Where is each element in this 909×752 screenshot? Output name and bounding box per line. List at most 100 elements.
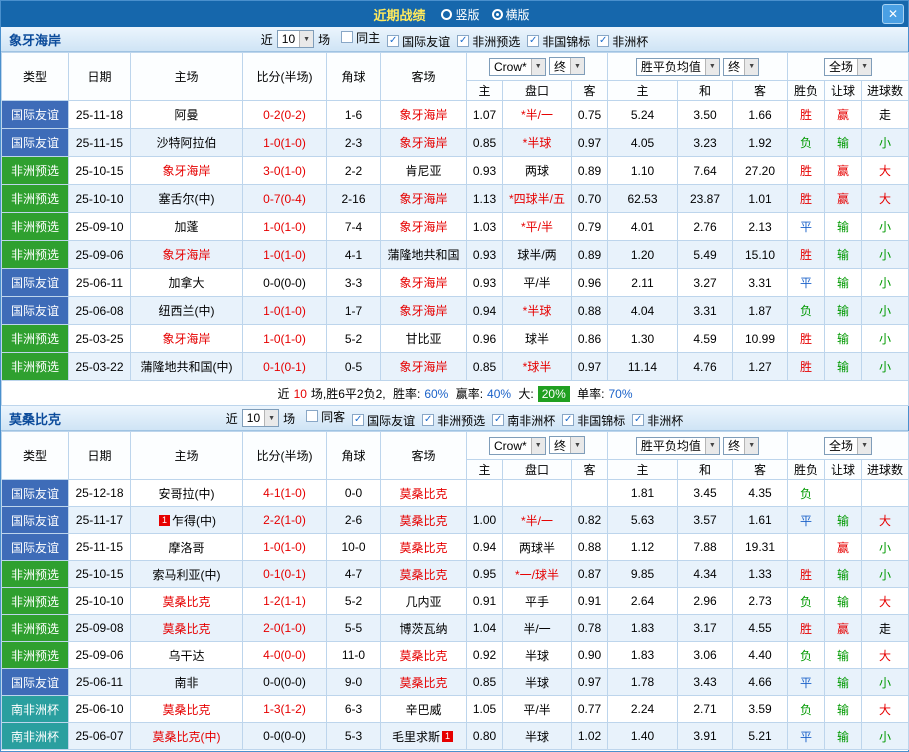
- avg-odds-select[interactable]: 胜平负均值▼: [636, 437, 720, 455]
- match-type: 非洲预选: [2, 353, 69, 381]
- col-handicap-line: 盘口: [503, 81, 572, 101]
- odds-time-select[interactable]: 终▼: [549, 436, 585, 454]
- result-goals: 大: [862, 588, 909, 615]
- avg-draw-odds: 3.31: [678, 297, 733, 325]
- team-section-mozambique: 莫桑比克 近 10▼ 场 同客✓国际友谊✓非洲预选✓南非洲杯✓非国锦标✓非洲杯 …: [1, 406, 908, 750]
- checkbox-icon: ✓: [632, 414, 644, 426]
- corners: 2-2: [327, 157, 381, 185]
- avg-odds-select[interactable]: 胜平负均值▼: [636, 58, 720, 76]
- away-team-cell: 肯尼亚: [381, 157, 467, 185]
- match-row: 国际友谊25-11-18阿曼0-2(0-2)1-6象牙海岸1.07*半/一0.7…: [2, 101, 909, 129]
- games-suffix: 场: [318, 31, 330, 48]
- layout-radio-horizontal[interactable]: 横版: [492, 6, 530, 23]
- filter-checkbox[interactable]: 同客: [306, 408, 345, 425]
- filter-checkbox[interactable]: ✓南非洲杯: [492, 412, 555, 429]
- result-outcome: 平: [788, 723, 825, 750]
- avg-draw-odds: 2.71: [678, 696, 733, 723]
- home-team-name: 加蓬: [174, 220, 198, 234]
- filter-checkbox[interactable]: 同主: [341, 29, 380, 46]
- close-button[interactable]: ✕: [882, 4, 904, 24]
- games-count-select[interactable]: 10▼: [277, 30, 314, 48]
- scope-header: 全场▼: [788, 432, 909, 460]
- handicap-away-water: 1.02: [572, 723, 608, 750]
- away-team-cell: 象牙海岸: [381, 353, 467, 381]
- filter-checkbox[interactable]: ✓非洲预选: [422, 412, 485, 429]
- home-team-cell: 加拿大: [131, 269, 243, 297]
- away-team-name: 莫桑比克: [399, 514, 447, 528]
- result-outcome: 负: [788, 297, 825, 325]
- match-row: 国际友谊25-11-15摩洛哥1-0(1-0)10-0莫桑比克0.94两球半0.…: [2, 534, 909, 561]
- avg-draw-odds: 23.87: [678, 185, 733, 213]
- avg-draw-odds: 3.17: [678, 615, 733, 642]
- summary-over-rate: 20%: [538, 386, 570, 402]
- match-date: 25-11-15: [69, 129, 131, 157]
- handicap-line: 两球半: [503, 534, 572, 561]
- filter-controls: 近 10▼ 场 同客✓国际友谊✓非洲预选✓南非洲杯✓非国锦标✓非洲杯: [226, 408, 683, 429]
- recent-results-window: 近期战绩 竖版 横版 ✕ 象牙海岸 近 10▼ 场 同主✓国际友谊✓非洲预选✓非…: [0, 0, 909, 752]
- odds-time-select[interactable]: 终▼: [723, 58, 759, 76]
- bookmaker-select[interactable]: Crow*▼: [489, 58, 546, 76]
- avg-draw-odds: 3.45: [678, 480, 733, 507]
- games-count-select[interactable]: 10▼: [242, 409, 279, 427]
- odds-time-select[interactable]: 终▼: [549, 57, 585, 75]
- col-handicap-result: 让球: [825, 81, 862, 101]
- avg-home-odds: 1.78: [608, 669, 678, 696]
- match-date: 25-11-17: [69, 507, 131, 534]
- handicap-away-water: 0.88: [572, 534, 608, 561]
- avg-home-odds: 1.10: [608, 157, 678, 185]
- col-goals-result: 进球数: [862, 460, 909, 480]
- filter-checkbox-group: 同主 ✓国际友谊 ✓非洲预选 ✓非国锦标 ✓非洲杯: [334, 29, 648, 50]
- handicap-home-water: 0.85: [467, 129, 503, 157]
- filter-checkbox[interactable]: ✓非国锦标: [562, 412, 625, 429]
- handicap-line: 平手: [503, 588, 572, 615]
- avg-odds-header: 胜平负均值▼ 终▼: [608, 53, 788, 81]
- scope-select[interactable]: 全场▼: [824, 58, 872, 76]
- home-team-cell: 安哥拉(中): [131, 480, 243, 507]
- handicap-line: 平/半: [503, 696, 572, 723]
- col-odds-home: 主: [608, 460, 678, 480]
- match-row: 国际友谊25-06-11南非0-0(0-0)9-0莫桑比克0.85半球0.971…: [2, 669, 909, 696]
- avg-away-odds: 1.92: [733, 129, 788, 157]
- filter-checkbox[interactable]: ✓非国锦标: [527, 33, 590, 50]
- handicap-away-water: 0.97: [572, 353, 608, 381]
- handicap-home-water: 0.91: [467, 588, 503, 615]
- away-team-name: 辛巴威: [405, 703, 441, 717]
- filter-checkbox[interactable]: ✓非洲杯: [632, 412, 683, 429]
- handicap-away-water: 0.96: [572, 269, 608, 297]
- handicap-away-water: [572, 480, 608, 507]
- handicap-line: 半/一: [503, 615, 572, 642]
- corners: 1-6: [327, 101, 381, 129]
- bookmaker-select[interactable]: Crow*▼: [489, 437, 546, 455]
- handicap-home-water: 0.80: [467, 723, 503, 750]
- match-row: 非洲预选25-09-10加蓬1-0(1-0)7-4象牙海岸1.03*平/半0.7…: [2, 213, 909, 241]
- summary-games-count: 10: [294, 387, 307, 401]
- corners: 2-16: [327, 185, 381, 213]
- checkbox-icon: ✓: [562, 414, 574, 426]
- away-team-name: 毛里求斯: [392, 730, 440, 744]
- scope-select[interactable]: 全场▼: [824, 437, 872, 455]
- handicap-home-water: 0.92: [467, 642, 503, 669]
- away-team-name: 象牙海岸: [399, 136, 447, 150]
- away-team-name: 象牙海岸: [399, 360, 447, 374]
- handicap-line: *四球半/五: [503, 185, 572, 213]
- layout-radio-vertical[interactable]: 竖版: [441, 6, 479, 23]
- result-goals: 小: [862, 534, 909, 561]
- avg-odds-value: 胜平负均值: [641, 58, 701, 75]
- corners: 5-5: [327, 615, 381, 642]
- match-score: 3-0(1-0): [243, 157, 327, 185]
- col-handicap-line: 盘口: [503, 460, 572, 480]
- result-outcome: 平: [788, 507, 825, 534]
- corners: 3-3: [327, 269, 381, 297]
- avg-away-odds: 4.55: [733, 615, 788, 642]
- avg-draw-odds: 3.91: [678, 723, 733, 750]
- filter-checkbox[interactable]: ✓国际友谊: [387, 33, 450, 50]
- odds-time-select[interactable]: 终▼: [723, 437, 759, 455]
- filter-checkbox[interactable]: ✓国际友谊: [352, 412, 415, 429]
- away-team-cell: 蒲隆地共和国: [381, 241, 467, 269]
- home-team-cell: 摩洛哥: [131, 534, 243, 561]
- avg-draw-odds: 3.50: [678, 101, 733, 129]
- filter-checkbox[interactable]: ✓非洲预选: [457, 33, 520, 50]
- match-date: 25-09-06: [69, 642, 131, 669]
- filter-checkbox[interactable]: ✓非洲杯: [597, 33, 648, 50]
- handicap-line: 平/半: [503, 269, 572, 297]
